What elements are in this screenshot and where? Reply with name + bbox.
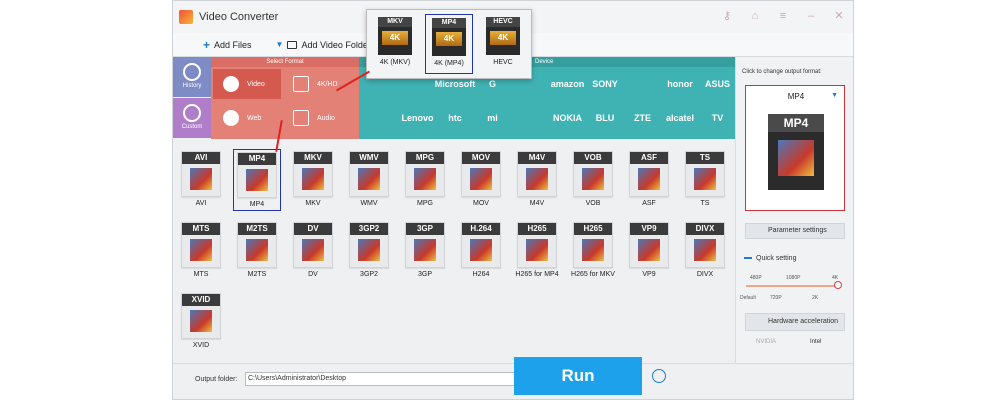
- category-4k-hd[interactable]: 4K/HD: [283, 69, 351, 99]
- format-item[interactable]: AVI AVI: [177, 149, 225, 211]
- add-files-button[interactable]: + Add Files: [203, 38, 252, 52]
- plus-icon: +: [203, 37, 211, 52]
- category-video[interactable]: Video: [213, 69, 281, 99]
- device-brand[interactable]: honor: [659, 69, 701, 99]
- device-brand[interactable]: ASUS: [697, 69, 739, 99]
- device-brand[interactable]: SONY: [584, 69, 626, 99]
- output-panel: Click to change output format: MP4 ▼ MP4…: [735, 57, 853, 363]
- run-button[interactable]: Run: [514, 357, 642, 395]
- format-item[interactable]: XVID XVID: [177, 291, 225, 353]
- chevron-down-icon[interactable]: ▼: [831, 92, 838, 99]
- tick-default: Default: [740, 295, 756, 301]
- device-brand[interactable]: NOKIA: [547, 103, 589, 133]
- hardware-acceleration-button[interactable]: Hardware acceleration: [745, 313, 845, 331]
- device-brand[interactable]: amazon: [547, 69, 589, 99]
- category-web[interactable]: Web: [213, 103, 281, 133]
- parameter-settings-button[interactable]: Parameter settings: [745, 223, 845, 239]
- format-item[interactable]: 3GP 3GP: [401, 220, 449, 282]
- quality-slider-knob[interactable]: [834, 281, 842, 289]
- category-audio[interactable]: Audio: [283, 103, 351, 133]
- format-categories: Select Format Video 4K/HD Web Audio: [211, 57, 359, 139]
- format-item[interactable]: M4V M4V: [513, 149, 561, 211]
- gear-icon: [183, 104, 201, 122]
- format-item[interactable]: VP9 VP9: [625, 220, 673, 282]
- tick-1080p: 1080P: [786, 275, 801, 281]
- tick-480p: 480P: [750, 275, 762, 281]
- 4k-format-popup: MKV 4K 4K (MKV) MP4 4K 4K (MP4) HEVC 4K HEVC: [366, 9, 532, 79]
- add-video-folder-button[interactable]: ▼ Add Video Folder: [276, 40, 371, 50]
- format-item[interactable]: 3GP2 3GP2: [345, 220, 393, 282]
- device-brand[interactable]: Lenovo: [397, 103, 439, 133]
- device-brand[interactable]: BLU: [584, 103, 626, 133]
- format-item[interactable]: DIVX DIVX: [681, 220, 729, 282]
- format-item[interactable]: TS TS: [681, 149, 729, 211]
- quality-slider[interactable]: [746, 285, 838, 287]
- device-brand[interactable]: alcatel: [659, 103, 701, 133]
- device-brand[interactable]: [622, 69, 664, 99]
- audio-icon: [293, 110, 309, 126]
- format-item[interactable]: H.264 H264: [457, 220, 505, 282]
- format-item[interactable]: VOB VOB: [569, 149, 617, 211]
- format-item[interactable]: M2TS M2TS: [233, 220, 281, 282]
- format-item[interactable]: MPG MPG: [401, 149, 449, 211]
- custom-button[interactable]: Custom: [173, 98, 211, 138]
- format-item[interactable]: DV DV: [289, 220, 337, 282]
- alarm-clock-icon[interactable]: [652, 369, 666, 383]
- device-brand[interactable]: [509, 103, 551, 133]
- format-item[interactable]: H265 H265 for MKV: [569, 220, 617, 282]
- device-brand[interactable]: TV: [697, 103, 739, 133]
- popup-format-item[interactable]: HEVC 4K HEVC: [479, 14, 527, 74]
- 4k-icon: [293, 76, 309, 92]
- nvidia-option[interactable]: NVIDIA: [756, 339, 776, 345]
- output-folder-label: Output folder:: [195, 376, 238, 383]
- clock-icon: [183, 63, 201, 81]
- device-brand[interactable]: [359, 103, 401, 133]
- tick-2k: 2K: [812, 295, 819, 301]
- output-folder-input[interactable]: C:\Users\Administrator\Desktop: [245, 372, 555, 386]
- history-button[interactable]: History: [173, 57, 211, 97]
- format-item[interactable]: MKV MKV: [289, 149, 337, 211]
- format-item[interactable]: MTS MTS: [177, 220, 225, 282]
- device-brand[interactable]: mi: [472, 103, 514, 133]
- format-grid: AVI AVI MP4 MP4 MKV MKV WMV WMV MPG MPG MOV MOV M4V M…: [173, 139, 735, 363]
- format-item[interactable]: WMV WMV: [345, 149, 393, 211]
- device-brand[interactable]: htc: [434, 103, 476, 133]
- close-icon[interactable]: ✕: [833, 10, 845, 22]
- web-icon: [223, 110, 239, 126]
- output-format-label: Click to change output format:: [742, 69, 822, 75]
- key-icon[interactable]: ⚷: [721, 10, 733, 22]
- app-logo-icon: [179, 10, 193, 24]
- minimize-icon[interactable]: –: [805, 10, 817, 22]
- format-item[interactable]: ASF ASF: [625, 149, 673, 211]
- format-item[interactable]: MP4 MP4: [233, 149, 281, 211]
- intel-option[interactable]: Intel: [810, 339, 821, 345]
- format-item[interactable]: MOV MOV: [457, 149, 505, 211]
- popup-format-item[interactable]: MP4 4K 4K (MP4): [425, 14, 473, 74]
- app-title: Video Converter: [199, 11, 279, 23]
- format-item[interactable]: H265 H265 for MP4: [513, 220, 561, 282]
- select-format-header: Select Format: [211, 57, 359, 67]
- output-format-selector[interactable]: MP4 ▼ MP4: [745, 85, 845, 211]
- folder-icon: [287, 40, 298, 49]
- menu-icon[interactable]: ≡: [777, 10, 789, 22]
- popup-format-item[interactable]: MKV 4K 4K (MKV): [371, 14, 419, 74]
- quick-setting-label: Quick setting: [744, 255, 796, 262]
- cart-icon[interactable]: ⌂: [749, 10, 761, 22]
- tick-720p: 720P: [770, 295, 782, 301]
- device-brand[interactable]: ZTE: [622, 103, 664, 133]
- play-icon: [223, 76, 239, 92]
- chevron-down-icon[interactable]: ▼: [276, 40, 284, 49]
- output-format-thumbnail: MP4: [768, 114, 824, 190]
- bottom-bar: Output folder: C:\Users\Administrator\De…: [173, 363, 853, 399]
